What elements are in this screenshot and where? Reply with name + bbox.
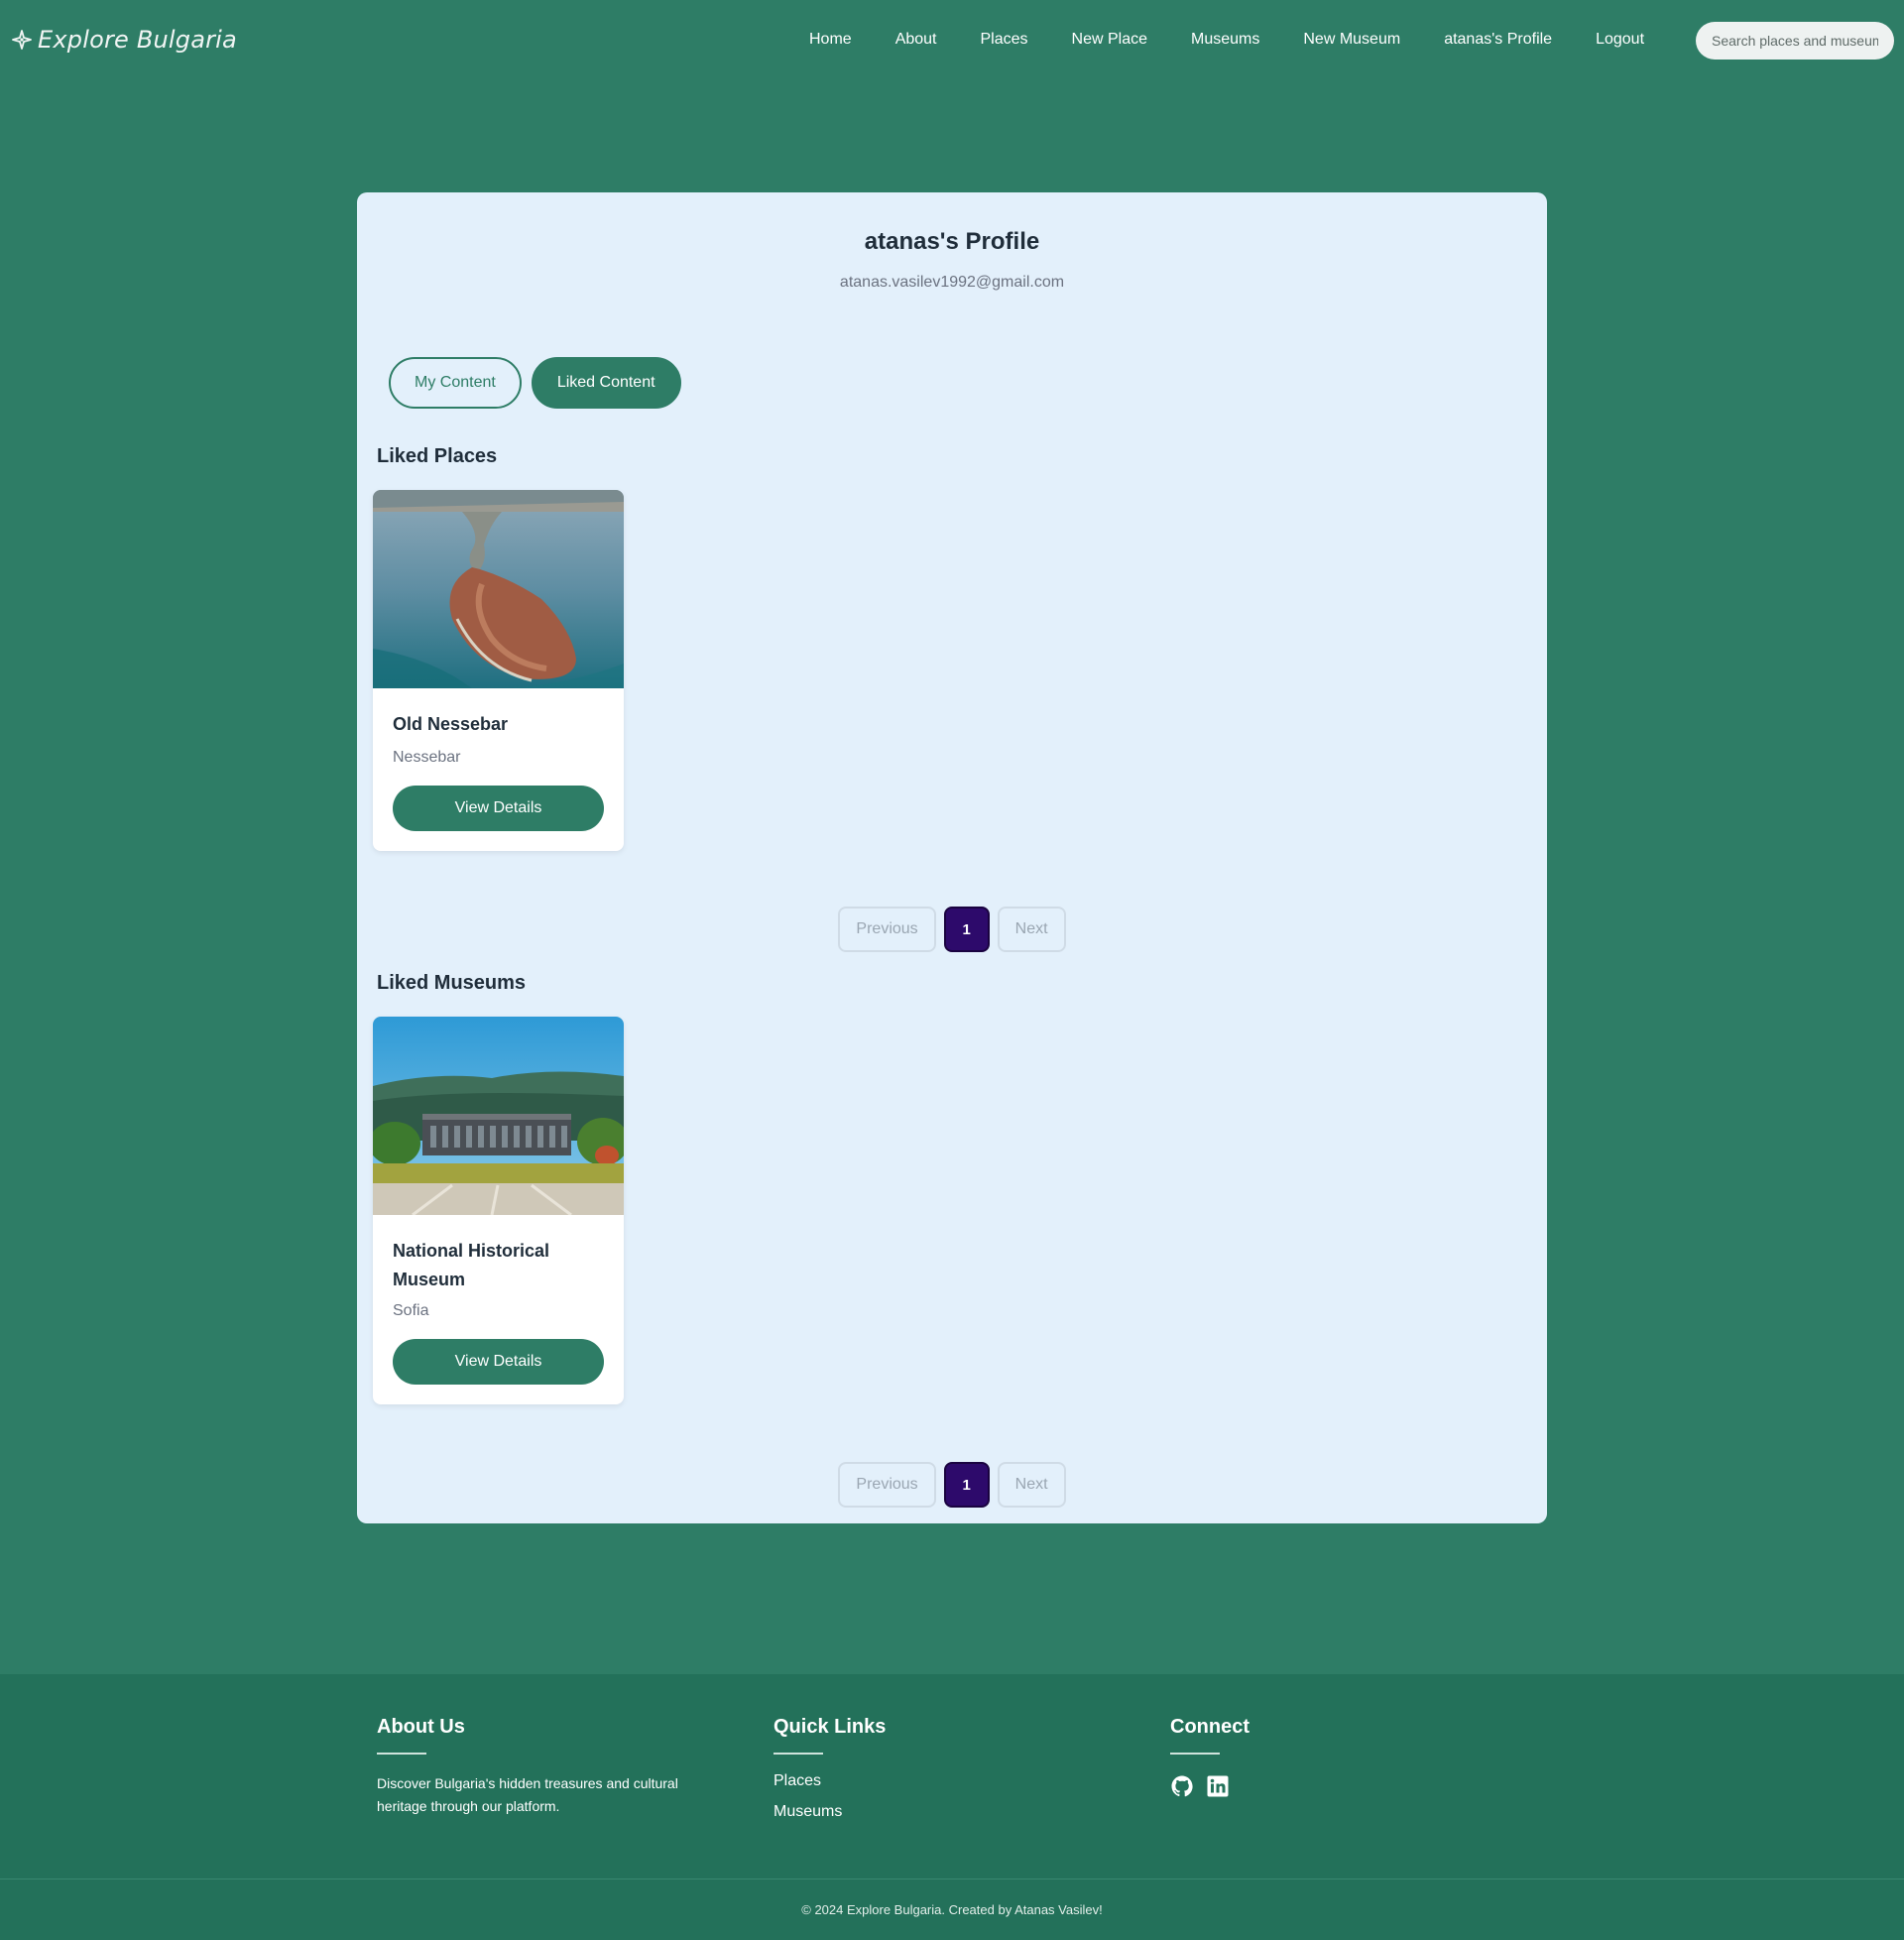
tab-liked-content[interactable]: Liked Content [531, 357, 681, 409]
profile-email: atanas.vasilev1992@gmail.com [839, 274, 1065, 291]
footer-about-heading: About Us [377, 1716, 465, 1738]
page-number-button[interactable]: 1 [943, 1462, 990, 1508]
museum-location: Sofia [393, 1302, 429, 1319]
prev-page-button[interactable]: Previous [838, 907, 936, 952]
liked-places-heading: Liked Places [377, 445, 498, 467]
museum-title: National Historical Museum [393, 1241, 550, 1289]
museum-image-national-historical-museum [373, 1017, 624, 1215]
museums-pagination: Previous 1 Next [357, 1462, 1547, 1508]
place-image-old-nessebar [373, 490, 624, 688]
nav-new-museum[interactable]: New Museum [1281, 0, 1422, 79]
nav-places[interactable]: Places [959, 0, 1050, 79]
nav-museums[interactable]: Museums [1169, 0, 1281, 79]
prev-page-button[interactable]: Previous [838, 1462, 936, 1508]
nav-home[interactable]: Home [787, 0, 874, 79]
view-details-button[interactable]: View Details [393, 1339, 604, 1385]
brand-name: Explore Bulgaria [38, 26, 237, 54]
heading-underline [774, 1753, 823, 1755]
place-title: Old Nessebar [393, 714, 509, 734]
liked-museums-heading: Liked Museums [377, 972, 527, 994]
search-input[interactable] [1696, 22, 1894, 60]
nav-about[interactable]: About [874, 0, 959, 79]
next-page-button[interactable]: Next [997, 1462, 1066, 1508]
nav-profile[interactable]: atanas's Profile [1422, 0, 1574, 79]
museum-card[interactable]: National Historical Museum Sofia View De… [373, 1017, 624, 1404]
footer-link-places[interactable]: Places [774, 1772, 886, 1790]
footer-quick-links: Quick Links Places Museums [774, 1716, 886, 1821]
footer-about-text: Discover Bulgaria's hidden treasures and… [377, 1775, 678, 1814]
top-navbar: Explore Bulgaria Home About Places New P… [0, 0, 1904, 79]
site-footer: About Us Discover Bulgaria's hidden trea… [0, 1674, 1904, 1940]
next-page-button[interactable]: Next [997, 907, 1066, 952]
main-nav: Home About Places New Place Museums New … [787, 0, 1666, 79]
profile-card: atanas's Profile atanas.vasilev1992@gmai… [357, 192, 1547, 1523]
footer-connect: Connect [1170, 1716, 1250, 1798]
footer-connect-heading: Connect [1170, 1716, 1250, 1738]
brand-logo-link[interactable]: Explore Bulgaria [12, 22, 237, 58]
footer-link-museums[interactable]: Museums [774, 1803, 886, 1821]
heading-underline [1170, 1753, 1220, 1755]
place-location: Nessebar [393, 749, 461, 766]
copyright-text: © 2024 Explore Bulgaria. Created by Atan… [801, 1902, 1103, 1917]
page-number-button[interactable]: 1 [943, 907, 990, 952]
nav-logout[interactable]: Logout [1574, 0, 1666, 79]
github-icon[interactable] [1170, 1774, 1194, 1798]
view-details-button[interactable]: View Details [393, 786, 604, 831]
place-card[interactable]: Old Nessebar Nessebar View Details [373, 490, 624, 851]
compass-icon [12, 30, 32, 50]
content-tabs: My Content Liked Content [389, 357, 681, 409]
page-title: atanas's Profile [864, 228, 1040, 255]
tab-my-content[interactable]: My Content [389, 357, 522, 409]
nav-new-place[interactable]: New Place [1050, 0, 1169, 79]
linkedin-icon[interactable] [1206, 1774, 1230, 1798]
places-pagination: Previous 1 Next [357, 907, 1547, 952]
footer-about: About Us Discover Bulgaria's hidden trea… [377, 1716, 704, 1818]
footer-quick-links-heading: Quick Links [774, 1716, 887, 1738]
heading-underline [377, 1753, 426, 1755]
